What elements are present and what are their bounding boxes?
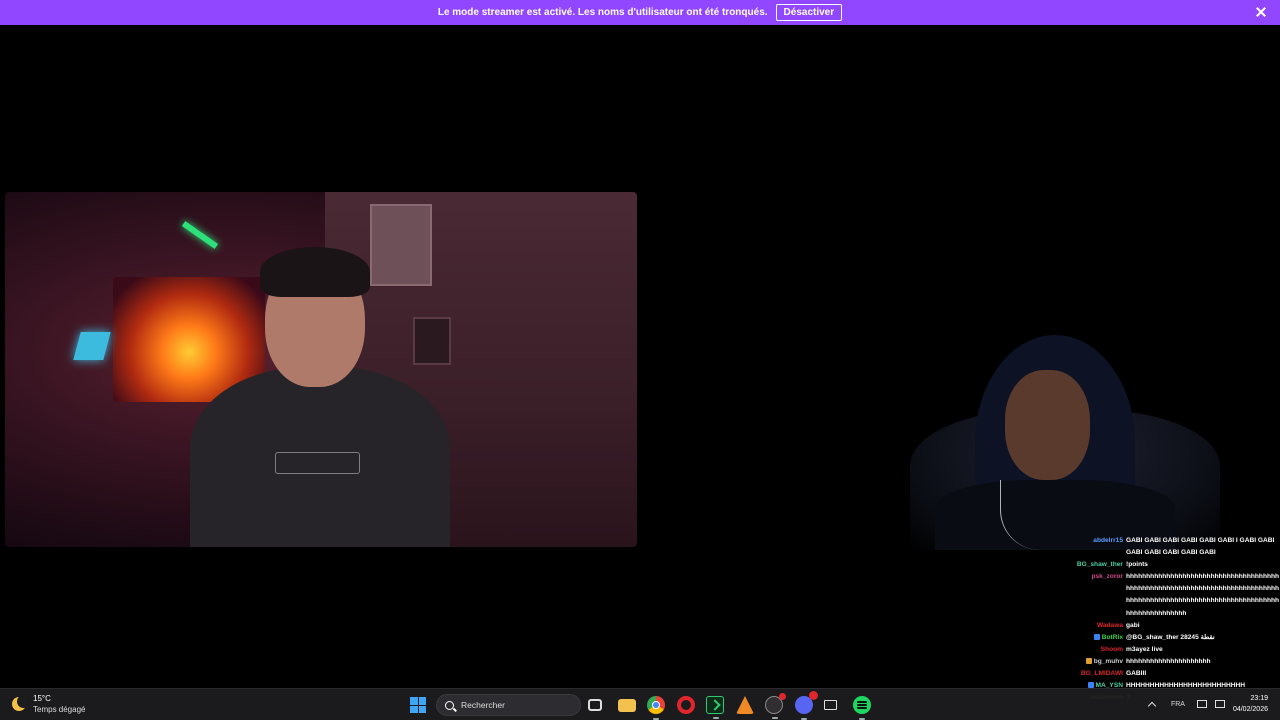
chat-message: psk_zoror hhhhhhhhhhhhhhhhhhhhhhhhhhhhhhh… xyxy=(1068,571,1280,619)
chat-text: gabi xyxy=(1126,621,1140,629)
chat-text: GABIII xyxy=(1126,670,1147,678)
chat-username-text: Wadawa xyxy=(1096,621,1123,629)
face xyxy=(1005,370,1090,480)
chat-username-text: Shoom xyxy=(1100,645,1123,653)
clock[interactable]: 23:19 04/02/2026 xyxy=(1233,693,1268,715)
chat-username[interactable]: BG_LMIDAWI xyxy=(1068,668,1126,680)
chat-username-text: abdelrr15 xyxy=(1093,537,1123,544)
banner-message: Le mode streamer est activé. Les noms d'… xyxy=(437,7,768,18)
chat-username-text: bg_muhv xyxy=(1093,657,1123,665)
chat-text: !points xyxy=(1126,561,1148,569)
terminal-icon[interactable] xyxy=(706,696,724,719)
streamer-figure xyxy=(190,247,450,547)
opera-icon[interactable] xyxy=(677,696,695,714)
close-icon[interactable] xyxy=(1254,5,1268,19)
app-window-icon[interactable] xyxy=(824,700,837,710)
network-icon[interactable] xyxy=(1196,700,1207,708)
clock-time: 23:19 xyxy=(1250,695,1268,702)
chat-message: Shoom m3ayez live xyxy=(1068,644,1280,656)
chat-overlay: abdelrr15 GABI GABI GABI GABI GABI GABI I… xyxy=(1068,535,1280,704)
search-icon xyxy=(445,700,454,710)
chat-username[interactable]: psk_zoror xyxy=(1068,571,1126,583)
chat-message: bg_muhv hhhhhhhhhhhhhhhhhhhhh xyxy=(1068,656,1280,668)
task-view-icon[interactable] xyxy=(588,699,602,711)
headphones xyxy=(260,247,370,297)
chat-badge-icon xyxy=(1093,633,1100,640)
chat-text: @BG_shaw_ther 28245 نقطة xyxy=(1126,633,1215,641)
streamer-mode-banner: Le mode streamer est activé. Les noms d'… xyxy=(0,0,1280,25)
chat-message: Wadawa gabi xyxy=(1068,620,1280,632)
chat-message: BG_shaw_ther !points xyxy=(1068,559,1280,571)
search-placeholder: Rechercher xyxy=(461,700,505,710)
weather-condition: Temps dégagé xyxy=(33,705,86,714)
chat-message: BG_LMIDAWI GABIII xyxy=(1068,668,1280,680)
neon-light xyxy=(181,221,219,249)
language-indicator[interactable]: FRA xyxy=(1171,701,1185,708)
chat-username-text: psk_zoror xyxy=(1091,573,1123,581)
weather-widget[interactable]: 15°C Temps dégagé xyxy=(12,693,85,715)
stream-viewer: Le mode streamer est activé. Les noms d'… xyxy=(0,0,1280,720)
chevron-up-icon[interactable] xyxy=(1147,701,1157,710)
app-a-icon[interactable] xyxy=(736,696,754,714)
windows-start-icon[interactable] xyxy=(410,697,426,713)
hoodie-logo xyxy=(275,452,360,474)
clock-date: 04/02/2026 xyxy=(1232,706,1268,713)
moon-icon xyxy=(12,695,30,711)
chat-text: hhhhhhhhhhhhhhhhhhhhh xyxy=(1126,657,1211,665)
chat-username[interactable]: BG_shaw_ther xyxy=(1068,559,1126,571)
chat-username-text: BotRix xyxy=(1101,633,1123,641)
obs-icon[interactable] xyxy=(765,693,786,719)
notification-badge xyxy=(809,691,818,700)
taskbar: 15°C Temps dégagé Rechercher FRA 23:19 0… xyxy=(0,688,1280,720)
system-tray: FRA 23:19 04/02/2026 xyxy=(1147,693,1268,715)
webcam-feed-right xyxy=(810,330,1230,550)
file-explorer-icon[interactable] xyxy=(618,699,636,712)
neon-light xyxy=(73,332,111,360)
chrome-icon[interactable] xyxy=(647,696,665,720)
volume-icon[interactable] xyxy=(1214,700,1225,708)
discord-icon[interactable] xyxy=(795,691,818,720)
disable-streamer-mode-button[interactable]: Désactiver xyxy=(775,4,843,21)
chat-text: GABI GABI GABI GABI GABI GABI I GABI GAB… xyxy=(1126,537,1275,557)
chat-text: hhhhhhhhhhhhhhhhhhhhhhhhhhhhhhhhhhhhhhhh… xyxy=(1126,573,1280,617)
chat-username-text: BG_LMIDAWI xyxy=(1080,670,1123,678)
chat-text: m3ayez live xyxy=(1126,645,1163,653)
spotify-icon[interactable] xyxy=(853,696,871,720)
chat-badge-icon xyxy=(1085,657,1092,664)
chat-username[interactable]: Wadawa xyxy=(1068,620,1126,632)
webcam-feed-left xyxy=(5,192,637,547)
chat-message: abdelrr15 GABI GABI GABI GABI GABI GABI I… xyxy=(1068,535,1280,559)
chat-username-text: BG_shaw_ther xyxy=(1076,561,1123,569)
chat-username[interactable]: bg_muhv xyxy=(1068,656,1126,668)
notification-dot xyxy=(779,693,786,700)
chat-username[interactable]: BotRix xyxy=(1068,632,1126,644)
chat-message: BotRix @BG_shaw_ther 28245 نقطة xyxy=(1068,632,1280,644)
chat-username[interactable]: abdelrr15 xyxy=(1068,535,1126,547)
taskbar-search[interactable]: Rechercher xyxy=(436,694,581,716)
chat-username[interactable]: Shoom xyxy=(1068,644,1126,656)
weather-temp: 15°C xyxy=(33,694,51,703)
